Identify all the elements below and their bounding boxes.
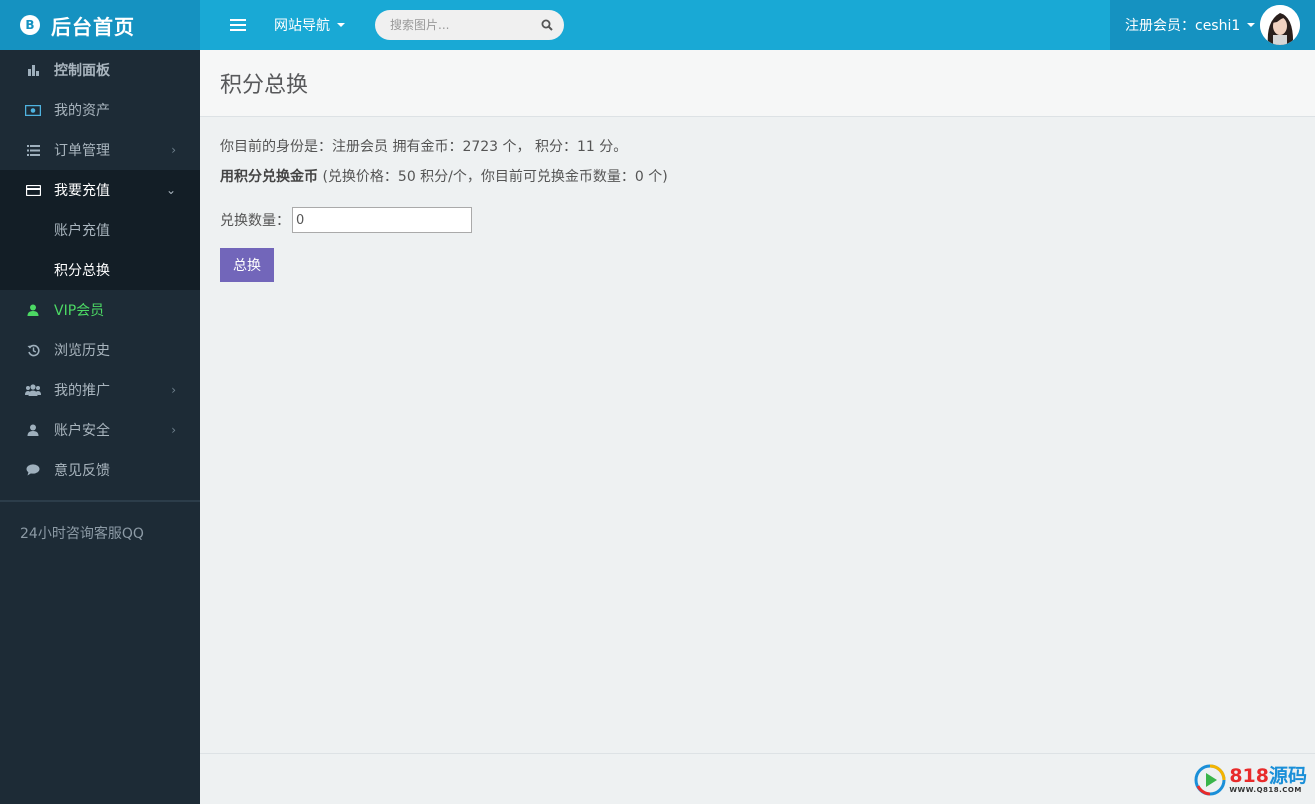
sidebar-item-label: 订单管理 (54, 143, 110, 159)
sidebar-item-recharge[interactable]: 我要充值 ⌄ (0, 170, 200, 210)
sidebar-item-dashboard[interactable]: 控制面板 (0, 50, 200, 90)
history-icon (22, 344, 44, 357)
play-logo-icon (1194, 764, 1226, 796)
quantity-input[interactable] (292, 207, 472, 233)
top-navbar: 网站导航 注册会员：ceshi1 (200, 0, 1315, 50)
page-header: 积分总换 (200, 50, 1315, 117)
search-box (375, 10, 564, 40)
comment-icon (22, 464, 44, 476)
user-menu[interactable]: 注册会员：ceshi1 (1110, 0, 1315, 50)
list-icon (22, 144, 44, 156)
exchange-detail: (兑换价格：50 积分/个，你目前可兑换金币数量：0 个) (322, 169, 668, 185)
chevron-right-icon: › (171, 423, 176, 437)
exchange-title: 用积分兑换金币 (220, 169, 318, 185)
sidebar-item-label: 我要充值 (54, 183, 110, 199)
recharge-submenu: 账户充值 积分总换 (0, 210, 200, 290)
user-label: 注册会员：ceshi1 (1125, 18, 1241, 34)
avatar[interactable] (1260, 5, 1300, 45)
chevron-down-icon: ⌄ (165, 183, 176, 197)
identity-info: 你目前的身份是：注册会员 拥有金币：2723 个， 积分：11 分。 (220, 139, 628, 155)
quantity-row: 兑换数量： (220, 207, 1300, 233)
watermark-num: 818 (1229, 765, 1269, 787)
watermark-logo: 818源码 WWW.Q818.COM (1194, 764, 1307, 796)
sidebar-item-label: 我的推广 (54, 383, 110, 399)
sidebar-item-label: 浏览历史 (54, 343, 110, 359)
watermark-text: 818源码 WWW.Q818.COM (1229, 766, 1307, 794)
sidebar-item-label: VIP会员 (54, 303, 105, 319)
chevron-right-icon: › (171, 143, 176, 157)
watermark-cn: 源码 (1268, 765, 1307, 787)
sidebar-item-label: 意见反馈 (54, 463, 110, 479)
main-content: 你目前的身份是：注册会员 拥有金币：2723 个， 积分：11 分。 用积分兑换… (220, 117, 1300, 282)
brand-title: 后台首页 (51, 14, 135, 39)
support-qq-text: 24小时咨询客服QQ (20, 526, 144, 542)
quantity-label: 兑换数量： (220, 213, 290, 229)
money-icon (22, 104, 44, 116)
page-title: 积分总换 (220, 73, 309, 98)
menu-toggle-icon[interactable] (230, 19, 246, 31)
sidebar-item-label: 控制面板 (54, 63, 110, 79)
bar-chart-icon (22, 64, 44, 76)
sidebar-menu: 控制面板 我的资产 订单管理 › 我要充值 ⌄ (0, 50, 200, 210)
sidebar-item-orders[interactable]: 订单管理 › (0, 130, 200, 170)
site-nav-label: 网站导航 (274, 18, 330, 34)
credit-card-icon (22, 184, 44, 196)
site-nav-dropdown[interactable]: 网站导航 (274, 15, 345, 35)
submenu-item-account-recharge[interactable]: 账户充值 (0, 210, 200, 250)
submenu-item-points-exchange[interactable]: 积分总换 (0, 250, 200, 290)
bitcoin-icon: B (20, 15, 40, 35)
search-icon[interactable] (540, 18, 554, 32)
user-icon (22, 424, 44, 436)
sidebar: B 后台首页 控制面板 我的资产 订单管理 › 我要充值 ⌄ 账户充值 积分总换… (0, 0, 200, 804)
sidebar-item-label: 我的资产 (54, 103, 110, 119)
sidebar-item-vip[interactable]: VIP会员 (0, 290, 200, 330)
sidebar-item-promotion[interactable]: 我的推广 › (0, 370, 200, 410)
users-icon (22, 384, 44, 396)
user-icon (22, 304, 44, 316)
caret-down-icon (1247, 23, 1256, 27)
sidebar-item-history[interactable]: 浏览历史 (0, 330, 200, 370)
brand[interactable]: B 后台首页 (0, 0, 200, 50)
sidebar-menu-lower: VIP会员 浏览历史 我的推广 › 账户安全 › 意见反馈 (0, 290, 200, 490)
caret-down-icon (337, 23, 345, 27)
watermark-url: WWW.Q818.COM (1229, 786, 1302, 794)
footer: 818源码 WWW.Q818.COM (200, 753, 1315, 804)
exchange-info: 用积分兑换金币 (兑换价格：50 积分/个，你目前可兑换金币数量：0 个) (220, 168, 1300, 186)
chevron-right-icon: › (171, 383, 176, 397)
search-input[interactable] (390, 18, 540, 32)
sidebar-item-assets[interactable]: 我的资产 (0, 90, 200, 130)
exchange-submit-button[interactable]: 总换 (220, 248, 274, 282)
sidebar-item-label: 账户安全 (54, 423, 110, 439)
sidebar-item-feedback[interactable]: 意见反馈 (0, 450, 200, 490)
sidebar-item-security[interactable]: 账户安全 › (0, 410, 200, 450)
